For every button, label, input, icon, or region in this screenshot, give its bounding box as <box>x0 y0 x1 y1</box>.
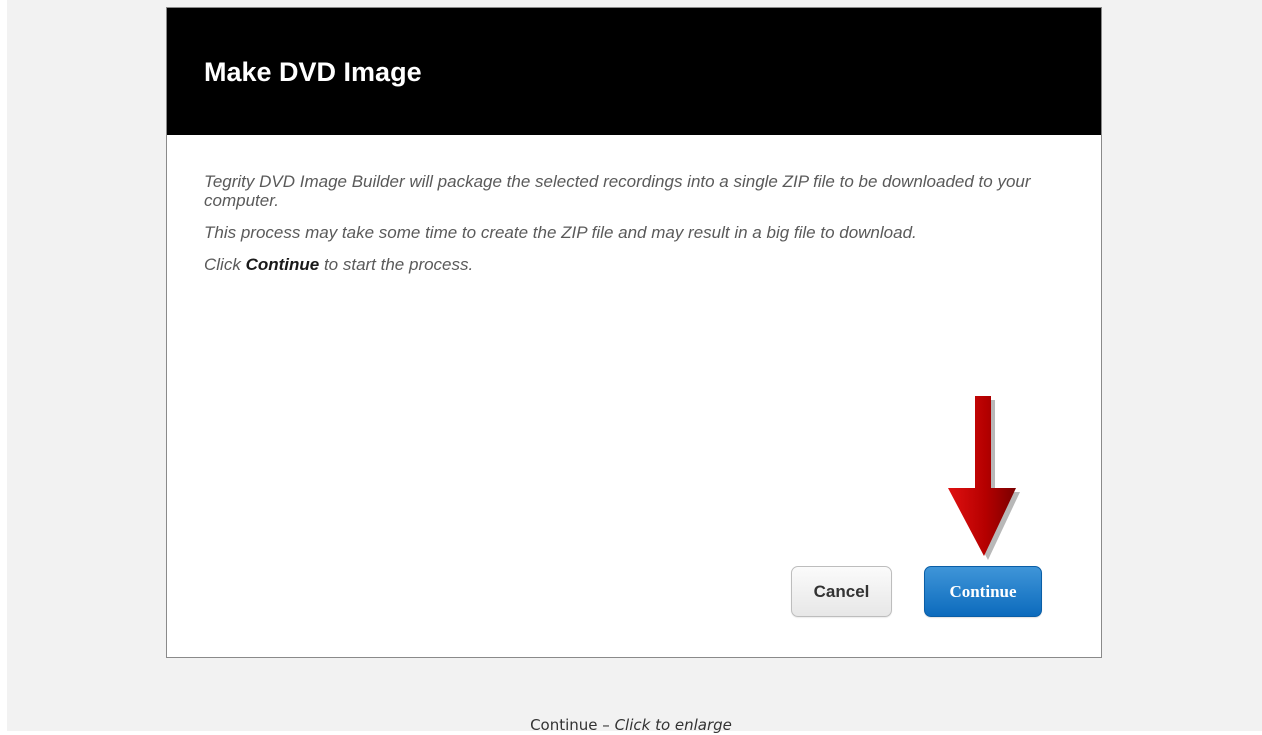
enlarge-link[interactable]: Click to enlarge <box>615 716 732 734</box>
instruction-continue-emphasis: Continue <box>245 255 320 274</box>
cancel-button[interactable]: Cancel <box>791 566 892 617</box>
warning-paragraph: This process may take some time to creat… <box>204 223 917 242</box>
instruction-suffix: to start the process. <box>319 255 474 274</box>
caption-prefix: Continue – <box>530 716 615 734</box>
continue-button[interactable]: Continue <box>924 566 1042 617</box>
dialog-header: Make DVD Image <box>167 8 1101 135</box>
dialog-body: Tegrity DVD Image Builder will package t… <box>204 172 1094 286</box>
image-caption: Continue – Click to enlarge <box>0 715 1262 735</box>
instruction-paragraph: Click Continue to start the process. <box>204 255 1094 274</box>
instruction-prefix: Click <box>204 255 246 274</box>
down-arrow-icon <box>948 396 1020 560</box>
dialog-title: Make DVD Image <box>204 57 422 87</box>
description-paragraph: Tegrity DVD Image Builder will package t… <box>204 172 1031 210</box>
make-dvd-image-dialog: Make DVD Image Tegrity DVD Image Builder… <box>166 7 1102 658</box>
